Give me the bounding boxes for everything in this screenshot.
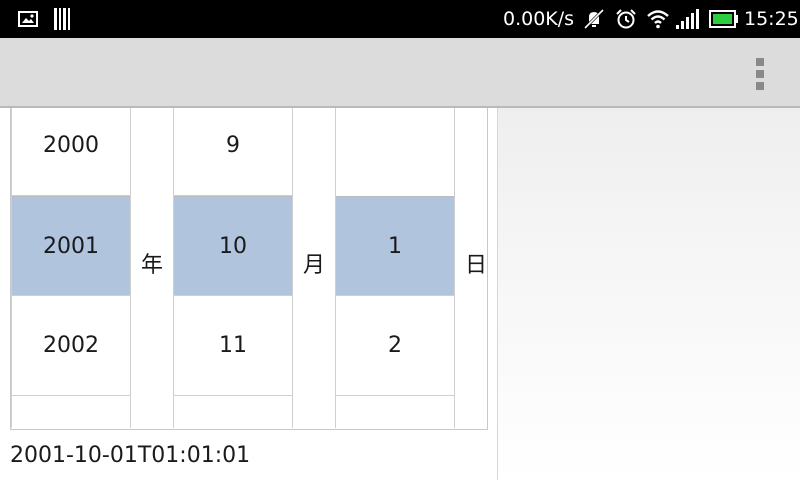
year-option[interactable]: 2002 bbox=[12, 296, 130, 396]
action-bar bbox=[0, 38, 800, 108]
day-unit-label: 日 bbox=[464, 253, 487, 278]
date-picker: 2000 2001 2002 年 9 10 11 月 1 2 日 bbox=[10, 108, 488, 430]
datetime-result: 2001-10-01T01:01:01 bbox=[10, 443, 251, 468]
image-notification-icon bbox=[18, 0, 38, 38]
year-wheel[interactable]: 2000 2001 2002 bbox=[11, 108, 131, 428]
day-wheel[interactable]: 1 2 bbox=[335, 108, 455, 428]
year-unit-label: 年 bbox=[140, 253, 163, 278]
month-option[interactable] bbox=[174, 396, 292, 428]
year-option-selected[interactable]: 2001 bbox=[12, 196, 130, 296]
month-option-selected[interactable]: 10 bbox=[174, 196, 292, 296]
status-bar: 0.00K/s 15:25 bbox=[0, 0, 800, 38]
month-wheel[interactable]: 9 10 11 bbox=[173, 108, 293, 428]
signal-strength-icon bbox=[676, 0, 700, 38]
year-option[interactable] bbox=[12, 396, 130, 428]
content-panel: 2000 2001 2002 年 9 10 11 月 1 2 日 2001-10… bbox=[0, 108, 498, 480]
month-option[interactable]: 9 bbox=[174, 108, 292, 196]
network-speed: 0.00K/s bbox=[503, 8, 575, 30]
day-option[interactable]: 2 bbox=[336, 296, 454, 396]
day-option[interactable] bbox=[336, 396, 454, 428]
alarm-clock-icon bbox=[615, 0, 637, 38]
overflow-menu-icon[interactable] bbox=[750, 58, 770, 90]
year-option[interactable]: 2000 bbox=[12, 108, 130, 196]
clock-time: 15:25 bbox=[744, 8, 799, 30]
mute-vibrate-icon bbox=[583, 0, 605, 38]
month-option[interactable]: 11 bbox=[174, 296, 292, 396]
month-unit-label: 月 bbox=[302, 253, 325, 278]
day-option-selected[interactable]: 1 bbox=[336, 196, 454, 296]
wifi-icon bbox=[646, 0, 670, 38]
battery-icon bbox=[709, 0, 739, 38]
barcode-notification-icon bbox=[54, 0, 72, 38]
